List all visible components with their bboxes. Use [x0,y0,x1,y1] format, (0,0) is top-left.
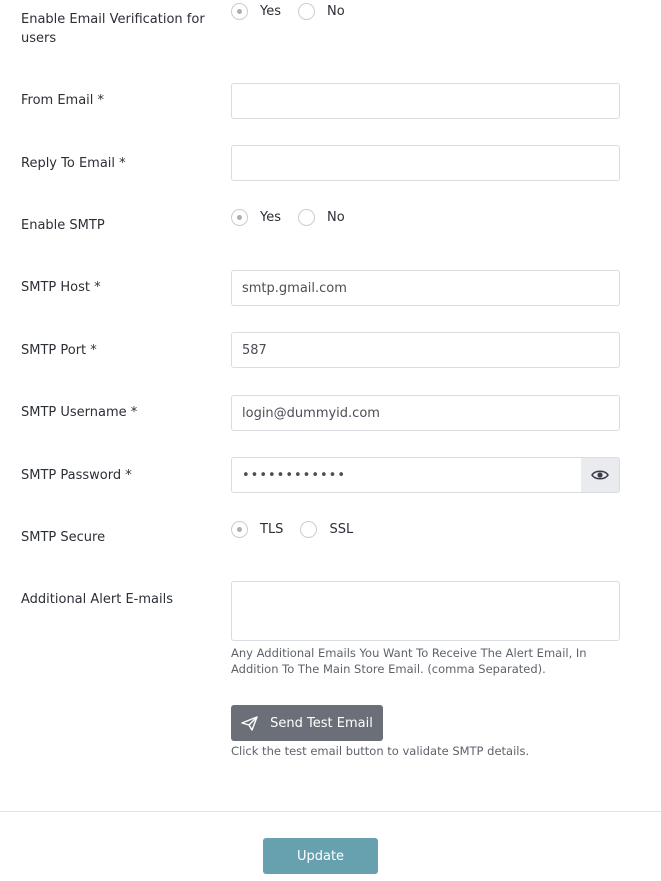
alert-emails-label: Additional Alert E-mails [21,592,174,607]
smtp-secure-radio-group: TLS SSL [231,521,353,538]
enable-smtp-no-option[interactable]: No [298,209,345,226]
email-verification-label: Enable Email Verification for users [21,12,205,46]
enable-smtp-yes-label: Yes [260,210,281,225]
smtp-port-input[interactable] [231,332,620,368]
enable-smtp-yes-option[interactable]: Yes [231,209,281,226]
smtp-secure-tls-label: TLS [260,522,284,537]
send-test-email-label: Send Test Email [270,715,373,731]
smtp-password-input[interactable] [231,457,582,493]
toggle-password-button[interactable] [581,457,620,493]
smtp-password-label: SMTP Password * [21,468,132,483]
smtp-host-input[interactable] [231,270,620,306]
smtp-secure-label: SMTP Secure [21,530,106,545]
smtp-secure-tls-option[interactable]: TLS [231,521,283,538]
enable-smtp-label: Enable SMTP [21,218,105,233]
smtp-username-label: SMTP Username * [21,405,138,420]
enable-smtp-radio-group: Yes No [231,209,345,226]
smtp-port-label: SMTP Port * [21,343,97,358]
alert-emails-help-text: Any Additional Emails You Want To Receiv… [231,646,587,676]
email-verification-yes-label: Yes [260,4,281,19]
reply-to-email-input[interactable] [231,145,620,181]
smtp-host-label: SMTP Host * [21,280,101,295]
email-verification-no-label: No [327,4,345,19]
email-verification-radio-group: Yes No [231,3,345,20]
email-verification-yes-option[interactable]: Yes [231,3,281,20]
eye-icon [591,470,609,480]
update-button[interactable]: Update [263,838,378,874]
alert-emails-textarea[interactable] [231,581,620,641]
enable-smtp-no-radio[interactable] [298,209,315,226]
smtp-username-input[interactable] [231,395,620,431]
from-email-input[interactable] [231,83,620,119]
test-email-help-text: Click the test email button to validate … [231,744,530,758]
enable-smtp-no-label: No [327,210,345,225]
from-email-label: From Email * [21,93,105,108]
smtp-secure-ssl-radio[interactable] [300,521,318,538]
reply-to-email-label: Reply To Email * [21,156,126,171]
email-verification-no-option[interactable]: No [298,3,345,20]
email-verification-no-radio[interactable] [298,3,315,20]
smtp-secure-ssl-label: SSL [329,522,354,537]
smtp-secure-tls-radio[interactable] [231,521,248,538]
send-test-email-button[interactable]: Send Test Email [231,705,383,741]
smtp-secure-ssl-option[interactable]: SSL [300,521,353,538]
footer-divider [0,811,661,812]
email-verification-yes-radio[interactable] [231,3,248,20]
enable-smtp-yes-radio[interactable] [231,209,248,226]
paper-plane-icon [241,715,258,731]
